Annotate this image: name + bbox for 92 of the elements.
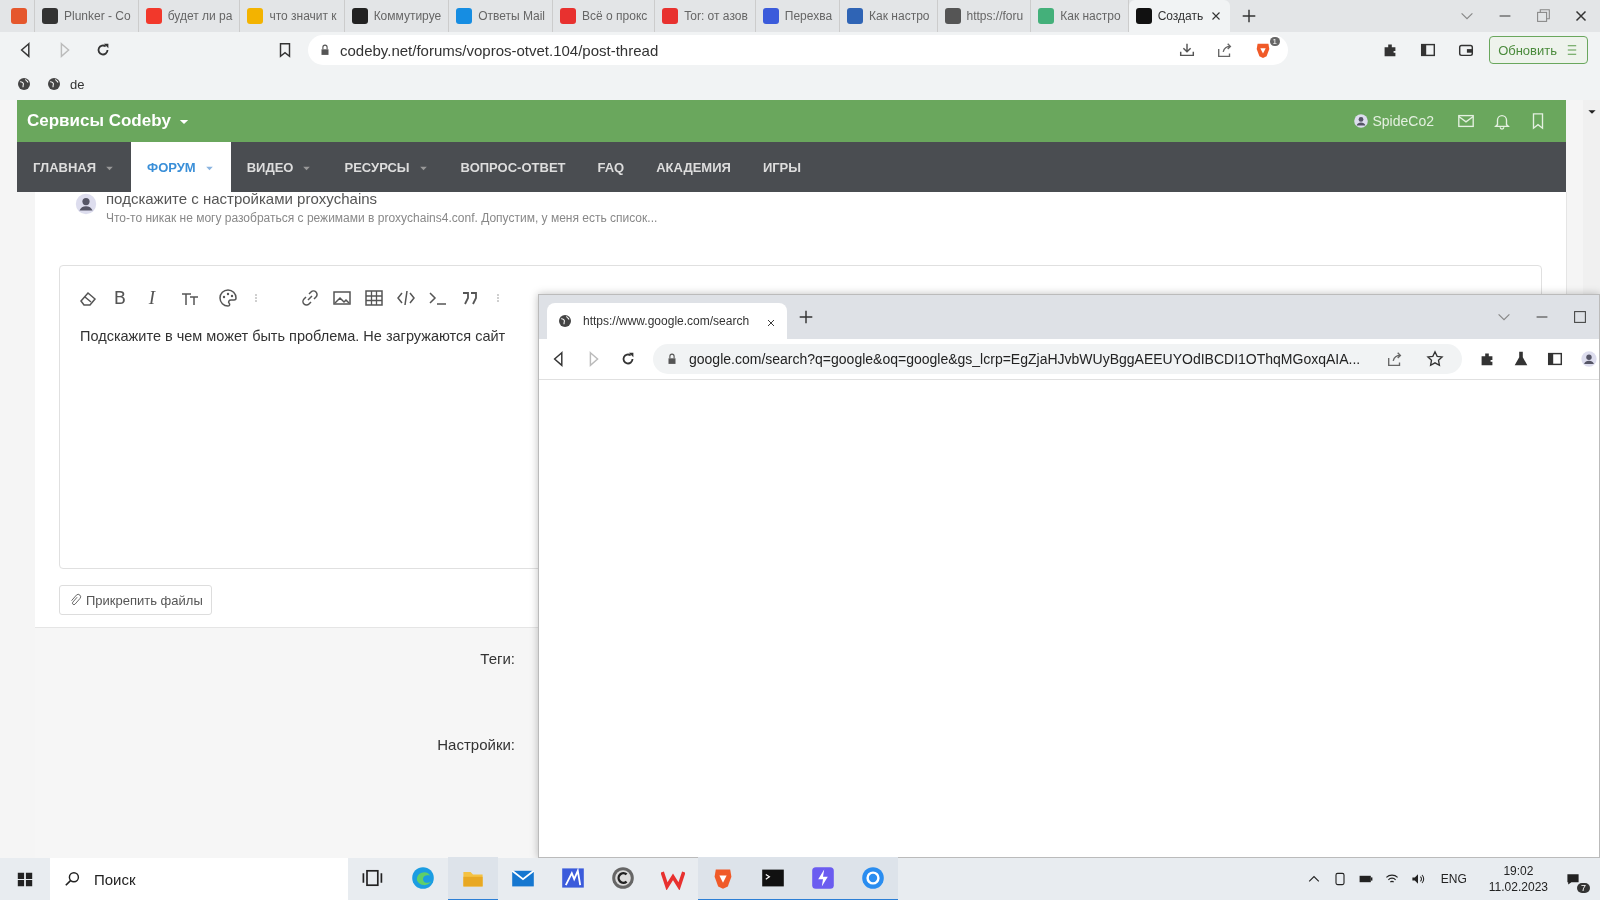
- restore-icon[interactable]: [1534, 7, 1552, 25]
- attach-files-button[interactable]: Прикрепить файлы: [59, 585, 212, 615]
- bookmark-link[interactable]: de: [46, 76, 85, 92]
- search-icon: [64, 870, 82, 888]
- download-icon[interactable]: [1178, 41, 1196, 59]
- format-button[interactable]: I: [142, 288, 162, 308]
- page-favicon-icon: [762, 8, 779, 24]
- page-favicon-icon: [351, 8, 368, 24]
- nav-tab[interactable]: АКАДЕМИЯ: [640, 142, 747, 192]
- globe-icon: [46, 76, 62, 92]
- tab-title: Перехва: [784, 9, 833, 23]
- tab-title: Создать: [1157, 9, 1204, 23]
- notifications-icon[interactable]: [1565, 871, 1581, 887]
- browser-tab[interactable]: Tor: от азов: [655, 0, 756, 32]
- address-bar[interactable]: codeby.net/forums/vopros-otvet.104/post-thread 1: [308, 35, 1288, 65]
- new-tab-icon[interactable]: [797, 308, 815, 326]
- nav-tab[interactable]: FAQ: [581, 142, 641, 192]
- clock-date[interactable]: 11.02.2023: [1488, 880, 1548, 894]
- browser-tab[interactable]: Перехва: [755, 0, 841, 32]
- thread-excerpt: Что-то никак не могу разобраться с режимами в proxychains4.conf. Допустим, у меня есть список...: [106, 211, 658, 225]
- page-favicon-icon: [247, 8, 264, 24]
- browser-tab[interactable]: Как настро: [840, 0, 938, 32]
- message-text: Подскажите в чем может быть проблема. Не загружаются сайт: [79, 327, 507, 346]
- folder-app-icon[interactable]: [448, 856, 498, 900]
- tab-title: Ответы Mail: [478, 9, 545, 23]
- browser-tab[interactable]: https://www.google.com/search: [547, 303, 787, 339]
- update-button[interactable]: Обновить: [1489, 36, 1588, 64]
- clock-time[interactable]: 19:02: [1503, 864, 1534, 878]
- share-icon[interactable]: [1216, 41, 1234, 59]
- format-button[interactable]: B: [110, 288, 130, 308]
- avatar-icon: [1352, 113, 1369, 129]
- browser-tab[interactable]: Ответы Mail: [449, 0, 553, 32]
- nav-tab[interactable]: ВОПРОС-ОТВЕТ: [444, 142, 582, 192]
- notification-count: 7: [1577, 883, 1590, 893]
- tab-title: https://www.google.com/search: [583, 314, 750, 328]
- palette-icon[interactable]: [218, 288, 238, 308]
- field-label: Теги:: [480, 650, 515, 667]
- language-indicator[interactable]: ENG: [1440, 872, 1467, 886]
- tab-title: Как настро: [869, 9, 930, 23]
- browser-tab[interactable]: Как настро: [1031, 0, 1129, 32]
- page-favicon-icon: [456, 8, 473, 24]
- page-favicon-icon: [1038, 8, 1055, 24]
- page-favicon-icon: [662, 8, 679, 24]
- image-icon[interactable]: [332, 288, 352, 308]
- browser-tab[interactable]: Plunker - Co: [35, 0, 139, 32]
- browser-tab[interactable]: https://foru: [937, 0, 1032, 32]
- tab-title: будет ли ра: [167, 9, 233, 23]
- tab-title: Всё о прокс: [582, 9, 648, 23]
- start-icon[interactable]: [16, 870, 34, 888]
- tab-title: Tor: от азов: [684, 9, 748, 23]
- nav-tab[interactable]: ВИДЕО: [230, 142, 329, 192]
- page-favicon-icon: [1135, 8, 1152, 24]
- search-placeholder: Поиск: [94, 870, 136, 888]
- url-text: google.com/search?q=google&oq=google&gs_lcrp=EgZjaHJvbWUyBggAEEUYOdIBCDI1OThqMGoxqAIA...: [689, 351, 1361, 367]
- browser-tab[interactable]: Всё о прокс: [553, 0, 656, 32]
- nav-tab[interactable]: РЕСУРСЫ: [328, 142, 445, 192]
- globe-icon: [557, 313, 573, 329]
- search-field[interactable]: Поиск: [50, 858, 348, 900]
- page-favicon-icon: [11, 8, 27, 24]
- field-label: Настройки:: [437, 736, 515, 753]
- browser-tab[interactable]: Коммутируе: [344, 0, 450, 32]
- tab-title: Как настро: [1060, 9, 1121, 23]
- maximize-icon[interactable]: [1571, 308, 1589, 326]
- tab-title: https://foru: [966, 9, 1024, 23]
- lion-shield-icon[interactable]: [1254, 41, 1272, 59]
- thread-link[interactable]: подскажите с настройками proxychains: [106, 190, 658, 207]
- badge-count: 1: [1269, 37, 1280, 46]
- nav-tab[interactable]: ИГРЫ: [746, 142, 817, 192]
- url-text: codeby.net/forums/vopros-otvet.104/post-thread: [340, 41, 659, 59]
- page-favicon-icon: [145, 8, 162, 24]
- page-favicon-icon: [847, 8, 864, 24]
- profile-icon[interactable]: [1580, 350, 1599, 368]
- browser-tab[interactable]: Создать: [1128, 0, 1231, 32]
- link-icon[interactable]: [300, 288, 320, 308]
- paperclip-icon: [68, 593, 82, 607]
- address-bar[interactable]: google.com/search?q=google&oq=google&gs_lcrp=EgZjaHJvbWUyBggAEEUYOdIBCDI1OThqMGoxqAIA...: [653, 344, 1463, 374]
- tab-title: Plunker - Co: [64, 9, 131, 23]
- sidebar-icon[interactable]: [1546, 350, 1565, 368]
- sidebar-icon[interactable]: [1419, 41, 1438, 59]
- nav-tab[interactable]: ФОРУМ: [131, 142, 231, 192]
- globe-icon[interactable]: [16, 76, 32, 92]
- tab-title: Коммутируе: [373, 9, 442, 23]
- page-favicon-icon: [944, 8, 961, 24]
- page-favicon-icon: [42, 8, 58, 24]
- table-icon[interactable]: [364, 288, 384, 308]
- tab-title: что значит к: [269, 9, 337, 23]
- code-icon[interactable]: [396, 288, 416, 308]
- nav-tab[interactable]: ГЛАВНАЯ: [17, 142, 132, 192]
- browser-tab[interactable]: что значит к: [240, 0, 345, 32]
- page-favicon-icon: [560, 8, 576, 24]
- star-icon[interactable]: [1426, 350, 1445, 368]
- browser-tab[interactable]: будет ли ра: [138, 0, 241, 32]
